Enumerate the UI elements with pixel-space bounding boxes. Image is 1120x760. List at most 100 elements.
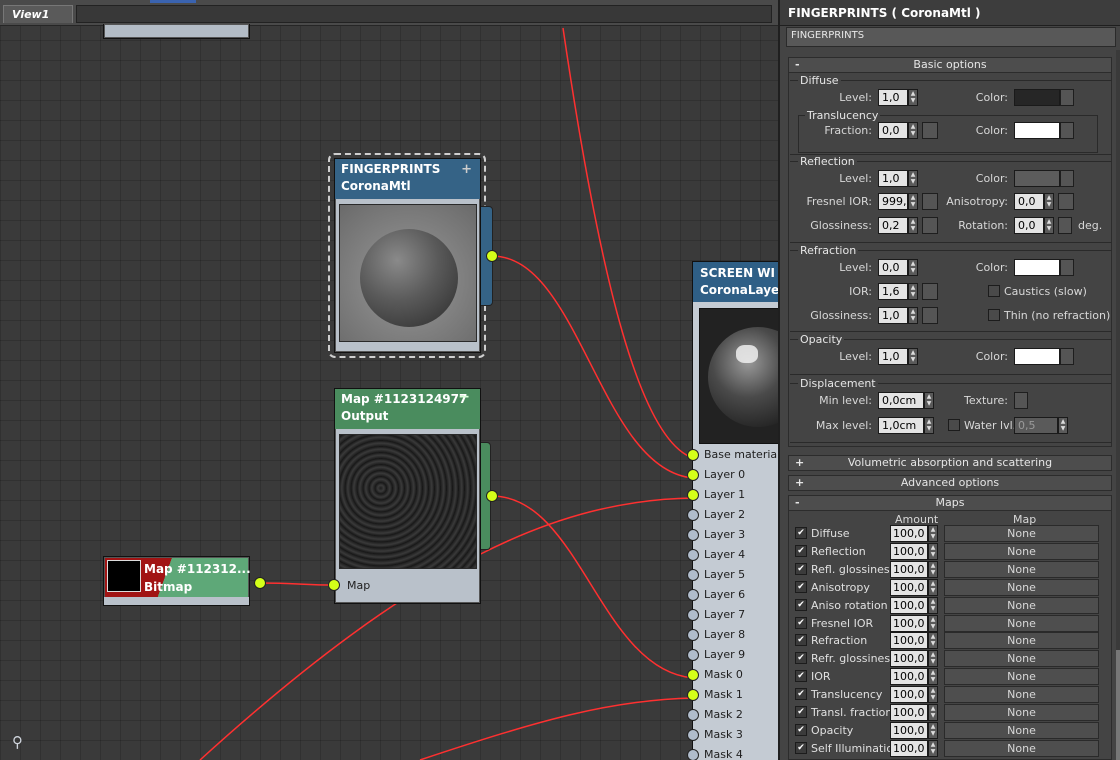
slot-socket[interactable]: [687, 489, 699, 501]
spinner[interactable]: ▲ ▼: [928, 668, 938, 686]
glossiness-map-button[interactable]: [922, 217, 938, 234]
map-amount-input[interactable]: 100,0: [890, 632, 928, 650]
map-amount-input[interactable]: 100,0: [890, 721, 928, 739]
diffuse-map-button[interactable]: [1060, 89, 1074, 106]
slot-socket[interactable]: [687, 569, 699, 581]
map-amount-input[interactable]: 100,0: [890, 650, 928, 668]
slot-socket[interactable]: [687, 529, 699, 541]
map-enable-checkbox[interactable]: ✔: [795, 580, 807, 593]
map-output-node[interactable]: Map #1123124977 Output − Map: [334, 388, 481, 604]
min-level-input[interactable]: 0,0cm: [878, 392, 924, 409]
reflection-level-input[interactable]: 1,0: [878, 170, 908, 187]
map-amount-input[interactable]: 100,0: [890, 614, 928, 632]
map-output-socket[interactable]: [486, 490, 498, 502]
map-amount-input[interactable]: 100,0: [890, 542, 928, 560]
thin-checkbox[interactable]: [988, 309, 1000, 321]
spinner[interactable]: ▲ ▼: [908, 217, 918, 234]
map-enable-checkbox[interactable]: ✔: [795, 598, 807, 611]
top-node-stub[interactable]: [103, 24, 250, 39]
refraction-color-swatch[interactable]: [1014, 259, 1060, 276]
bitmap-node[interactable]: Map #112312... Bitmap: [103, 556, 251, 606]
reflection-glossiness-input[interactable]: 0,2: [878, 217, 908, 234]
reflection-map-button[interactable]: [1060, 170, 1074, 187]
layered-mtl-node[interactable]: SCREEN WI CoronaLaye Base material Layer …: [687, 261, 778, 760]
ior-map-button[interactable]: [922, 283, 938, 300]
spinner[interactable]: ▲ ▼: [928, 596, 938, 614]
map-slot-button[interactable]: None: [944, 578, 1099, 596]
spinner[interactable]: ▲ ▼: [928, 578, 938, 596]
map-slot-button[interactable]: None: [944, 560, 1099, 578]
slot-socket[interactable]: [687, 509, 699, 521]
map-enable-checkbox[interactable]: ✔: [795, 688, 807, 701]
fingerprints-output-socket[interactable]: [486, 250, 498, 262]
map-slot-button[interactable]: None: [944, 525, 1099, 542]
node-collapse-icon[interactable]: −: [458, 389, 470, 406]
spinner[interactable]: ▲ ▼: [924, 392, 934, 409]
spinner[interactable]: ▲ ▼: [908, 307, 918, 324]
spinner[interactable]: ▲ ▼: [928, 650, 938, 668]
slot-socket[interactable]: [687, 749, 699, 760]
anisotropy-map-button[interactable]: [1058, 193, 1074, 210]
map-amount-input[interactable]: 100,0: [890, 596, 928, 614]
map-input-socket[interactable]: [328, 579, 340, 591]
rollout-maps[interactable]: - Maps: [788, 495, 1112, 511]
spinner[interactable]: ▲ ▼: [928, 721, 938, 739]
refr-glossiness-map-button[interactable]: [922, 307, 938, 324]
spinner[interactable]: ▲ ▼: [1044, 193, 1054, 210]
fraction-map-button[interactable]: [922, 122, 938, 139]
slot-socket[interactable]: [687, 609, 699, 621]
fresnel-map-button[interactable]: [922, 193, 938, 210]
map-slot-button[interactable]: None: [944, 650, 1099, 668]
refraction-glossiness-input[interactable]: 1,0: [878, 307, 908, 324]
spinner[interactable]: ▲ ▼: [928, 704, 938, 721]
diffuse-level-input[interactable]: 1,0: [878, 89, 908, 106]
slot-socket[interactable]: [687, 629, 699, 641]
translucency-map-button[interactable]: [1060, 122, 1074, 139]
node-header[interactable]: Map #1123124977 Output −: [335, 389, 480, 429]
slot-socket[interactable]: [687, 689, 699, 701]
slot-socket[interactable]: [687, 669, 699, 681]
map-enable-checkbox[interactable]: ✔: [795, 670, 807, 683]
anisotropy-input[interactable]: 0,0: [1014, 193, 1044, 210]
slot-socket[interactable]: [687, 649, 699, 661]
max-level-input[interactable]: 1,0cm: [878, 417, 924, 434]
node-expand-icon[interactable]: +: [461, 161, 472, 178]
slot-socket[interactable]: [687, 469, 699, 481]
refraction-map-button[interactable]: [1060, 259, 1074, 276]
fingerprints-node[interactable]: FINGERPRINTS CoronaMtl +: [334, 158, 481, 353]
caustics-checkbox[interactable]: [988, 285, 1000, 297]
map-amount-input[interactable]: 100,0: [890, 525, 928, 542]
spinner[interactable]: ▲ ▼: [928, 525, 938, 542]
spinner[interactable]: ▲ ▼: [1058, 417, 1068, 434]
spinner[interactable]: ▲ ▼: [928, 560, 938, 578]
spinner[interactable]: ▲ ▼: [928, 739, 938, 757]
rollout-advanced[interactable]: + Advanced options: [788, 475, 1112, 491]
binoculars-icon[interactable]: ⚲: [12, 733, 23, 751]
map-enable-checkbox[interactable]: ✔: [795, 723, 807, 736]
map-enable-checkbox[interactable]: ✔: [795, 616, 807, 629]
water-level-input[interactable]: 0,5: [1014, 417, 1058, 434]
spinner[interactable]: ▲ ▼: [908, 89, 918, 106]
map-enable-checkbox[interactable]: ✔: [795, 562, 807, 575]
translucency-fraction-input[interactable]: 0,0: [878, 122, 908, 139]
reflection-color-swatch[interactable]: [1014, 170, 1060, 187]
panel-scrollbar-thumb[interactable]: [1116, 650, 1120, 760]
map-slot-button[interactable]: None: [944, 704, 1099, 721]
rollout-basic-options[interactable]: - Basic options: [788, 57, 1112, 73]
node-header[interactable]: SCREEN WI CoronaLaye: [693, 262, 778, 302]
rotation-map-button[interactable]: [1058, 217, 1072, 234]
map-enable-checkbox[interactable]: ✔: [795, 706, 807, 718]
bitmap-output-socket[interactable]: [254, 577, 266, 589]
material-name-field[interactable]: FINGERPRINTS: [786, 27, 1116, 47]
map-slot-button[interactable]: None: [944, 614, 1099, 632]
map-slot-button[interactable]: None: [944, 668, 1099, 686]
spinner[interactable]: ▲ ▼: [908, 170, 918, 187]
slot-socket[interactable]: [687, 589, 699, 601]
spinner[interactable]: ▲ ▼: [924, 417, 934, 434]
spinner[interactable]: ▲ ▼: [1044, 217, 1054, 234]
slot-socket[interactable]: [687, 549, 699, 561]
spinner[interactable]: ▲ ▼: [908, 122, 918, 139]
spinner[interactable]: ▲ ▼: [908, 348, 918, 365]
map-slot-button[interactable]: None: [944, 542, 1099, 560]
spinner[interactable]: ▲ ▼: [908, 283, 918, 300]
